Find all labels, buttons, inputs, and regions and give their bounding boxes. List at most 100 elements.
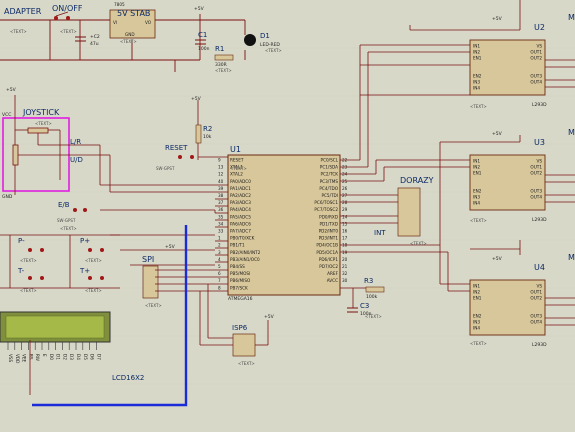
- mcu-part: ATMEGA16: [228, 296, 253, 302]
- lcd-pin-label: D0: [49, 354, 54, 360]
- mcu-pin-label: XTAL2: [230, 172, 243, 177]
- isp6-connector[interactable]: [232, 333, 256, 357]
- lcd-pin-label: D7: [96, 354, 101, 360]
- u1-label: U1: [230, 145, 241, 154]
- dorazy-connector[interactable]: [397, 187, 421, 237]
- c1-label: C1: [198, 31, 207, 39]
- text-tag: <TEXT>: [238, 361, 255, 366]
- driver-label: U4: [534, 263, 545, 272]
- lcd-pin-label: RW: [35, 354, 40, 361]
- mcu-pin-number: 3: [218, 250, 221, 255]
- driver-pin: OUT4: [530, 195, 542, 200]
- mcu-pin-number: 7: [218, 278, 221, 283]
- driver-part: L293D: [532, 342, 547, 348]
- direction-buttons[interactable]: [28, 248, 104, 280]
- mcu-pin-number: 39: [218, 186, 224, 191]
- r2-plus5v: +5V: [191, 96, 202, 102]
- mcu-pin-label: PB3/AIN1/OC0: [230, 257, 260, 262]
- onoff-switch[interactable]: [54, 11, 70, 20]
- lcd-pin-label: VSS: [8, 354, 13, 363]
- eb-label: E/B: [58, 201, 70, 209]
- ud-label: U/D: [70, 156, 83, 164]
- driver-pin: OUT3: [530, 74, 542, 79]
- reset-sw-label: SW-GPST: [156, 166, 175, 171]
- mcu-pin-number: 32: [342, 271, 348, 276]
- mcu-pin-label: AVCC: [327, 278, 338, 283]
- t-plus-label: T+: [79, 267, 90, 275]
- capacitor-c3[interactable]: [347, 307, 358, 313]
- text-tag: <TEXT>: [265, 48, 282, 53]
- driver-plus5v: +5V: [492, 16, 503, 22]
- power-plus5v-top: +5V: [194, 6, 205, 12]
- text-tag: <TEXT>: [410, 241, 427, 246]
- motor-label: MO: [568, 13, 575, 22]
- mcu-pin-label: PD5/OC1A: [316, 250, 338, 255]
- r2-label: R2: [203, 125, 212, 133]
- mcu-pin-label: PC2/TCK: [320, 172, 338, 177]
- driver-chip[interactable]: [469, 39, 546, 96]
- driver-pin: EN2: [473, 189, 482, 194]
- text-tag: <TEXT>: [10, 29, 27, 34]
- mcu-pin-number: 27: [342, 193, 348, 198]
- driver-u4[interactable]: U4 L293D MO +5V IN1IN2EN1 EN2IN3IN4 VSOUT1OUT2…: [469, 253, 575, 348]
- driver-pin: OUT4: [530, 320, 542, 325]
- spi-plus5v: +5V: [165, 244, 176, 250]
- mcu-pin-number: 33: [218, 229, 224, 234]
- vcc-label: VCC: [2, 112, 11, 118]
- driver-u2[interactable]: U2 L293D MO +5V IN1IN2EN1 EN2IN3IN4 VSOUT1OUT2…: [469, 13, 575, 108]
- mcu-pin-number: 12: [218, 172, 224, 177]
- mcu-pin-label: PA7/ADC7: [230, 229, 251, 234]
- mcu-pin-label: PC0/SCL: [321, 158, 339, 163]
- spi-connector[interactable]: [142, 265, 159, 299]
- eb-button[interactable]: [73, 208, 87, 212]
- text-tag: <TEXT>: [20, 258, 37, 263]
- mcu-pin-label: PB7/SCK: [230, 285, 248, 290]
- regulator-vo: VO: [145, 20, 152, 25]
- resistor-r2[interactable]: [195, 124, 202, 144]
- driver-chip[interactable]: [469, 279, 546, 336]
- driver-pin: OUT3: [530, 189, 542, 194]
- lcd-pin-label: D3: [69, 354, 74, 360]
- regulator-gnd: GND: [125, 32, 135, 37]
- resistor-r1[interactable]: [214, 54, 234, 61]
- lcd-pin-label: D4: [76, 354, 81, 360]
- driver-chip[interactable]: [469, 154, 546, 211]
- mcu-pin-label: PA6/ADC6: [230, 221, 251, 226]
- driver-pin: IN4: [473, 326, 480, 331]
- driver-pin: EN1: [473, 171, 482, 176]
- mcu-pin-number: 14: [342, 214, 348, 219]
- driver-pin: IN4: [473, 201, 480, 206]
- lcd-label: LCD16X2: [112, 374, 144, 382]
- driver-pin: IN2: [473, 50, 480, 55]
- mcu-pin-number: 17: [342, 236, 348, 241]
- adapter-label: ADAPTER: [4, 7, 42, 16]
- mcu-pin-label: PD1/TXD: [320, 221, 338, 226]
- mcu-pin-number: 4: [218, 257, 221, 262]
- driver-pin: OUT2: [530, 296, 542, 301]
- dorazy-label: DORAZY: [400, 176, 434, 185]
- resistor-r3[interactable]: [365, 286, 385, 293]
- mcu-pin-label: PC7/TOSC2: [314, 207, 338, 212]
- lcd-pin-label: D5: [83, 354, 88, 360]
- driver-pin: IN2: [473, 290, 480, 295]
- mcu-pin-label: PA1/ADC1: [230, 186, 251, 191]
- driver-plus5v: +5V: [492, 256, 503, 262]
- capacitor-c2[interactable]: [75, 36, 86, 42]
- text-tag: <TEXT>: [85, 258, 102, 263]
- p-minus-label: P-: [18, 237, 25, 245]
- text-tag: <TEXT>: [60, 226, 77, 231]
- mcu-pin-label: PB2/AIN0/INT2: [230, 250, 261, 255]
- driver-pin: VS: [536, 44, 542, 49]
- driver-pin: OUT2: [530, 171, 542, 176]
- driver-pin: EN2: [473, 314, 482, 319]
- reset-button[interactable]: [178, 155, 194, 159]
- reset-label: RESET: [165, 144, 188, 152]
- regulator-vi: VI: [113, 20, 117, 25]
- mcu-pin-label: PC5/TDI: [321, 193, 338, 198]
- text-tag: <TEXT>: [365, 314, 382, 319]
- led-icon[interactable]: [244, 34, 256, 46]
- mcu-pin-number: 38: [218, 193, 224, 198]
- driver-pin: IN2: [473, 165, 480, 170]
- capacitor-c1[interactable]: [195, 39, 206, 45]
- d1-label: D1: [260, 32, 270, 40]
